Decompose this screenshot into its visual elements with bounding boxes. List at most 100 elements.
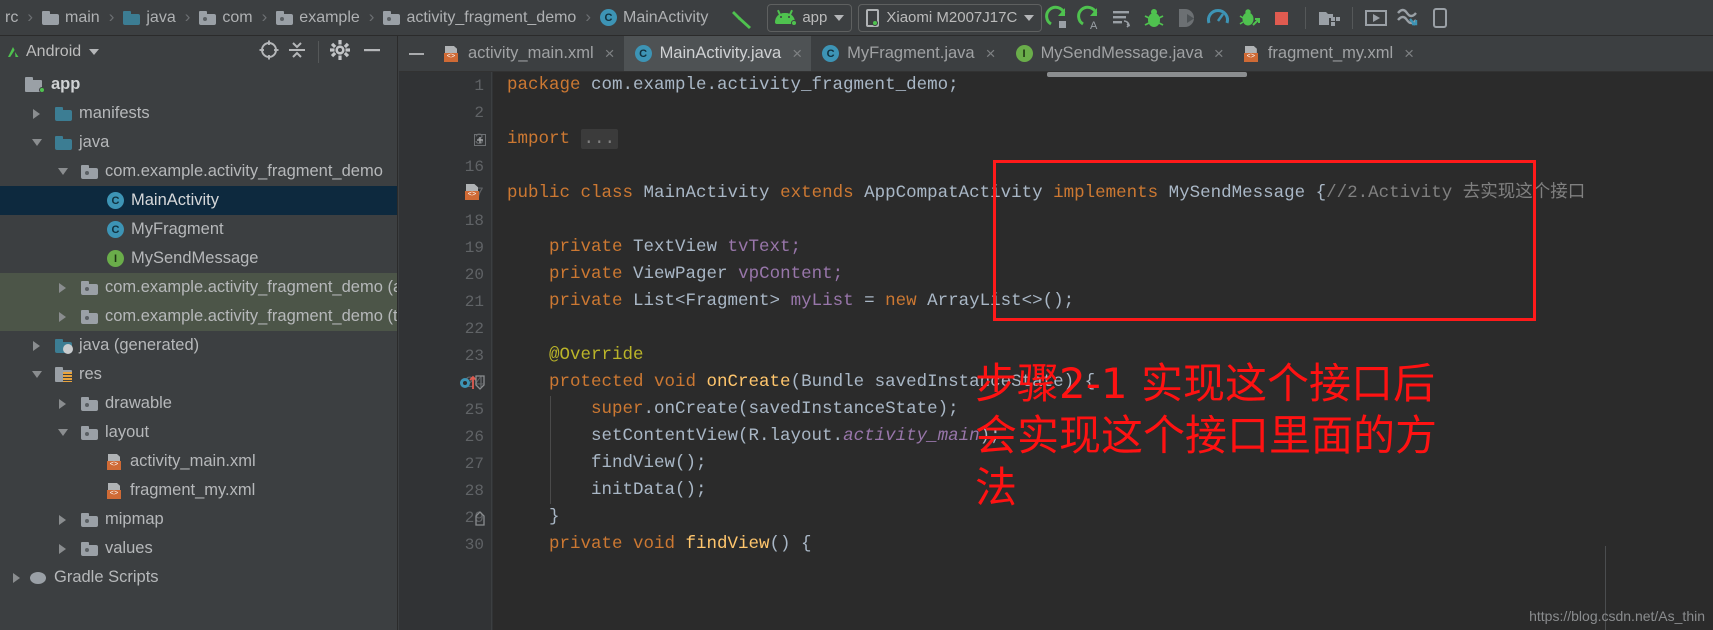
code-line[interactable] xyxy=(507,207,1713,234)
tab-fragment-my-xml[interactable]: <> fragment_my.xml × xyxy=(1233,36,1423,71)
target-icon[interactable] xyxy=(258,39,280,66)
horizontal-scrollbar[interactable] xyxy=(1047,72,1247,77)
device-file-explorer-icon[interactable] xyxy=(1427,5,1453,31)
twisty-collapsed[interactable] xyxy=(54,511,71,528)
gutter-line-number: 1 xyxy=(474,76,484,95)
tree-item-fragment-my-xml[interactable]: <> fragment_my.xml xyxy=(0,476,397,505)
package-folder-icon xyxy=(81,280,98,295)
tree-item-label: com.example.activity_fragment_demo (te xyxy=(105,307,397,325)
code-line[interactable]: private ViewPager vpContent; xyxy=(507,261,1713,288)
hide-panel-icon[interactable] xyxy=(357,39,387,66)
tree-item-activity-main-xml[interactable]: <> activity_main.xml xyxy=(0,447,397,476)
twisty-expanded[interactable] xyxy=(28,366,45,383)
tree-item-package-androidtest[interactable]: com.example.activity_fragment_demo (a xyxy=(0,273,397,302)
hide-tabs-icon[interactable] xyxy=(399,36,433,71)
tree-item-package-main[interactable]: com.example.activity_fragment_demo xyxy=(0,157,397,186)
twisty-expanded[interactable] xyxy=(28,134,45,151)
code-text-area[interactable]: package com.example.activity_fragment_de… xyxy=(493,72,1713,630)
tab-activity-main-xml[interactable]: <> activity_main.xml × xyxy=(433,36,624,71)
profiler-icon[interactable] xyxy=(1205,5,1231,31)
code-line[interactable] xyxy=(507,315,1713,342)
breadcrumb-label: example xyxy=(299,8,360,26)
breadcrumb-item-package[interactable]: activity_fragment_demo xyxy=(380,5,579,31)
tree-item-manifests[interactable]: manifests xyxy=(0,99,397,128)
twisty-collapsed[interactable] xyxy=(54,395,71,412)
code-line[interactable]: public class MainActivity extends AppCom… xyxy=(507,180,1713,207)
avd-manager-icon[interactable] xyxy=(1363,5,1389,31)
apply-changes-icon[interactable] xyxy=(1109,5,1135,31)
tree-item-mainactivity[interactable]: C MainActivity xyxy=(0,186,397,215)
tree-item-gradle-scripts[interactable]: Gradle Scripts xyxy=(0,563,397,592)
code-editor[interactable]: 123161718192021222324252627282930<> pack… xyxy=(399,72,1713,630)
tree-item-myfragment[interactable]: C MyFragment xyxy=(0,215,397,244)
chevron-down-icon[interactable] xyxy=(89,49,100,55)
run-configuration-selector[interactable]: app xyxy=(767,3,853,32)
twisty-expanded[interactable] xyxy=(54,163,71,180)
run-icon[interactable] xyxy=(1045,5,1071,31)
code-fold-toggle[interactable] xyxy=(473,369,487,396)
twisty-expanded[interactable] xyxy=(54,424,71,441)
code-line[interactable] xyxy=(507,99,1713,126)
project-view-label[interactable]: Android xyxy=(26,43,81,61)
tree-item-package-test[interactable]: com.example.activity_fragment_demo (te xyxy=(0,302,397,331)
close-icon[interactable]: × xyxy=(986,44,996,64)
layout-inspector-icon[interactable] xyxy=(1395,5,1421,31)
twisty-collapsed[interactable] xyxy=(28,105,45,122)
breadcrumb-item-src[interactable]: rc xyxy=(2,5,21,31)
tree-item-mipmap[interactable]: mipmap xyxy=(0,505,397,534)
close-icon[interactable]: × xyxy=(792,44,802,64)
twisty[interactable] xyxy=(8,76,25,93)
code-line[interactable]: private List<Fragment> myList = new Arra… xyxy=(507,288,1713,315)
tab-myfragment-java[interactable]: C MyFragment.java × xyxy=(811,36,1004,71)
breadcrumb-item-main[interactable]: main xyxy=(39,5,103,31)
build-button[interactable] xyxy=(725,4,761,32)
code-line[interactable] xyxy=(507,153,1713,180)
device-selector[interactable]: Xiaomi M2007J17C xyxy=(858,3,1043,32)
code-line[interactable]: private void findView() { xyxy=(507,531,1713,558)
tab-mainactivity-java[interactable]: C MainActivity.java × xyxy=(623,36,812,71)
tree-item-mysendmessage[interactable]: I MySendMessage xyxy=(0,244,397,273)
tree-item-label: fragment_my.xml xyxy=(130,481,256,499)
close-icon[interactable]: × xyxy=(1214,44,1224,64)
tree-item-java[interactable]: java xyxy=(0,128,397,157)
breadcrumb-item-mainactivity[interactable]: C MainActivity xyxy=(597,5,711,31)
settings-gear-icon[interactable] xyxy=(329,39,351,66)
twisty-collapsed[interactable] xyxy=(54,308,71,325)
twisty-collapsed[interactable] xyxy=(54,540,71,557)
code-line[interactable]: import ... xyxy=(507,126,1713,153)
close-icon[interactable]: × xyxy=(1404,44,1414,64)
tab-mysendmessage-java[interactable]: I MySendMessage.java × xyxy=(1005,36,1233,71)
stop-icon[interactable] xyxy=(1269,5,1295,31)
breadcrumb-item-com[interactable]: com xyxy=(196,5,255,31)
tree-item-res[interactable]: res xyxy=(0,360,397,389)
tree-item-java-generated[interactable]: java (generated) xyxy=(0,331,397,360)
close-icon[interactable]: × xyxy=(605,44,615,64)
debug-attach-icon[interactable] xyxy=(1237,5,1263,31)
code-token: initData(); xyxy=(507,480,707,500)
xml-gutter-marker-icon[interactable]: <> xyxy=(465,184,481,200)
tree-item-layout[interactable]: layout xyxy=(0,418,397,447)
code-fold-toggle[interactable] xyxy=(473,504,487,531)
tree-item-values[interactable]: values xyxy=(0,534,397,563)
folder-icon xyxy=(55,135,72,150)
debug-icon[interactable] xyxy=(1141,5,1167,31)
breadcrumb-item-example[interactable]: example xyxy=(273,5,362,31)
collapse-all-icon[interactable] xyxy=(286,39,308,66)
tree-item-drawable[interactable]: drawable xyxy=(0,389,397,418)
twisty xyxy=(80,482,97,499)
twisty-collapsed[interactable] xyxy=(54,279,71,296)
sdk-manager-icon[interactable] xyxy=(1316,5,1342,31)
twisty-collapsed[interactable] xyxy=(8,569,25,586)
run-with-coverage-icon[interactable]: A xyxy=(1077,5,1103,32)
tab-label: activity_main.xml xyxy=(468,44,594,62)
code-line[interactable]: private TextView tvText; xyxy=(507,234,1713,261)
breadcrumb-item-java[interactable]: java xyxy=(120,5,178,31)
tree-item-app[interactable]: app xyxy=(0,70,397,99)
code-fold-toggle[interactable] xyxy=(473,126,487,153)
editor-gutter[interactable]: 123161718192021222324252627282930<> xyxy=(399,72,493,630)
attach-debugger-icon[interactable] xyxy=(1173,5,1199,31)
svg-text:A: A xyxy=(1090,20,1098,31)
twisty-collapsed[interactable] xyxy=(28,337,45,354)
run-config-label: app xyxy=(802,9,828,26)
tree-item-label: activity_main.xml xyxy=(130,452,256,470)
